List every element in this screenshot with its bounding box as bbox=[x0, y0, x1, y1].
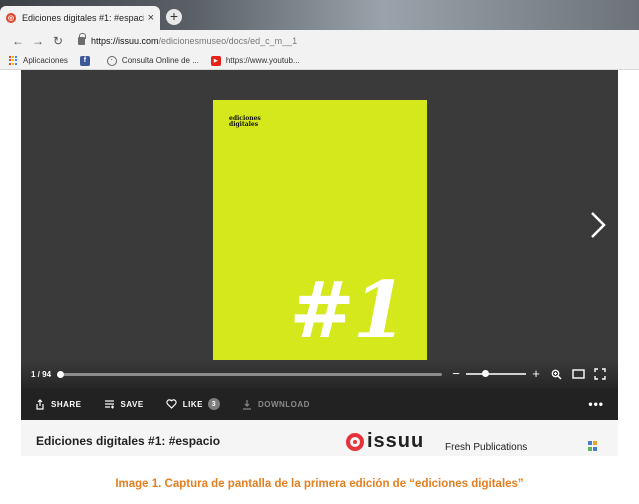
tab-title: Ediciones digitales #1: #espacio bbox=[22, 13, 144, 23]
browser-tab-bar: ◎ Ediciones digitales #1: #espacio × + bbox=[0, 0, 639, 30]
save-label: SAVE bbox=[120, 399, 144, 409]
lock-icon bbox=[78, 33, 86, 45]
like-label: LIKE bbox=[182, 399, 203, 409]
document-title: Ediciones digitales #1: #espacio bbox=[36, 434, 221, 448]
bookmark-youtube[interactable]: ▶ https://www.youtub... bbox=[210, 55, 300, 66]
youtube-icon: ▶ bbox=[210, 55, 221, 66]
tab-close-icon[interactable]: × bbox=[148, 12, 154, 24]
page-counter: 1 / 94 bbox=[31, 369, 52, 379]
save-list-icon bbox=[104, 399, 114, 408]
reload-icon[interactable]: ↻ bbox=[48, 34, 68, 48]
action-bar: SHARE SAVE LIKE 3 DOWNLOAD ••• bbox=[21, 388, 618, 420]
document-info-bar: Ediciones digitales #1: #espacio issuu F… bbox=[21, 420, 618, 456]
download-icon bbox=[242, 399, 251, 410]
zoom-slider-handle[interactable] bbox=[481, 370, 489, 377]
zoom-control: − + bbox=[450, 367, 542, 380]
document-viewer: ediciones digitales #1 1 / 94 − + bbox=[21, 70, 618, 388]
download-label: DOWNLOAD bbox=[257, 399, 310, 409]
magazine-cover[interactable]: ediciones digitales #1 bbox=[213, 100, 427, 360]
cover-issue-number: #1 bbox=[289, 265, 407, 356]
zoom-in-icon[interactable]: + bbox=[530, 367, 542, 380]
more-options-icon[interactable]: ••• bbox=[588, 397, 604, 411]
download-button[interactable]: DOWNLOAD bbox=[242, 399, 310, 410]
bookmarks-bar: Aplicaciones f · Consulta Online de ... … bbox=[0, 52, 639, 70]
share-icon bbox=[36, 398, 44, 410]
back-arrow-icon[interactable]: ← bbox=[8, 34, 28, 48]
globe-icon: · bbox=[106, 55, 117, 66]
bookmark-consulta[interactable]: · Consulta Online de ... bbox=[106, 55, 199, 66]
browser-tab[interactable]: ◎ Ediciones digitales #1: #espacio × bbox=[0, 6, 160, 30]
issuu-logo-icon bbox=[346, 432, 364, 451]
share-button[interactable]: SHARE bbox=[35, 398, 82, 410]
url-path: /edicionesmuseo/docs/ed_c_m__1 bbox=[158, 36, 298, 46]
viewer-controls: 1 / 94 − + bbox=[21, 360, 618, 388]
zoom-out-icon[interactable]: − bbox=[450, 367, 462, 380]
forward-arrow-icon[interactable]: → bbox=[28, 34, 48, 48]
page-progress-track[interactable] bbox=[57, 370, 442, 378]
page-progress-handle[interactable] bbox=[57, 370, 65, 378]
issuu-tagline: Fresh Publications bbox=[445, 442, 528, 453]
cover-logo-line2: digitales bbox=[229, 121, 259, 128]
heart-icon bbox=[166, 399, 177, 409]
magnifier-icon[interactable] bbox=[548, 367, 564, 381]
single-page-view-icon[interactable] bbox=[570, 367, 586, 381]
app-grid-icon[interactable] bbox=[588, 441, 598, 451]
bookmark-label: Consulta Online de ... bbox=[121, 56, 199, 65]
issuu-favicon-icon: ◎ bbox=[6, 13, 16, 23]
figure-caption: Image 1. Captura de pantalla de la prime… bbox=[115, 478, 524, 490]
share-label: SHARE bbox=[51, 399, 82, 409]
bookmark-label: Aplicaciones bbox=[23, 56, 68, 65]
new-tab-button[interactable]: + bbox=[166, 9, 182, 25]
zoom-slider[interactable] bbox=[466, 370, 526, 377]
save-button[interactable]: SAVE bbox=[104, 400, 144, 409]
like-button[interactable]: LIKE 3 bbox=[166, 398, 220, 410]
fullscreen-icon[interactable] bbox=[592, 367, 608, 381]
address-bar: ← → ↻ https://issuu.com/edicionesmuseo/d… bbox=[0, 30, 639, 52]
url-field[interactable]: https://issuu.com/edicionesmuseo/docs/ed… bbox=[78, 33, 298, 46]
bookmark-facebook[interactable]: f bbox=[79, 55, 95, 66]
issuu-logo[interactable]: issuu bbox=[346, 430, 424, 453]
cover-logo: ediciones digitales bbox=[229, 116, 269, 128]
apps-icon bbox=[8, 55, 18, 66]
facebook-icon: f bbox=[79, 55, 90, 66]
next-page-arrow-icon[interactable] bbox=[588, 210, 608, 240]
like-count-badge: 3 bbox=[207, 398, 220, 410]
bookmark-apps[interactable]: Aplicaciones bbox=[8, 55, 68, 66]
issuu-wordmark: issuu bbox=[367, 430, 425, 452]
url-host: https://issuu.com bbox=[91, 36, 159, 46]
bookmark-label: https://www.youtub... bbox=[225, 56, 300, 65]
